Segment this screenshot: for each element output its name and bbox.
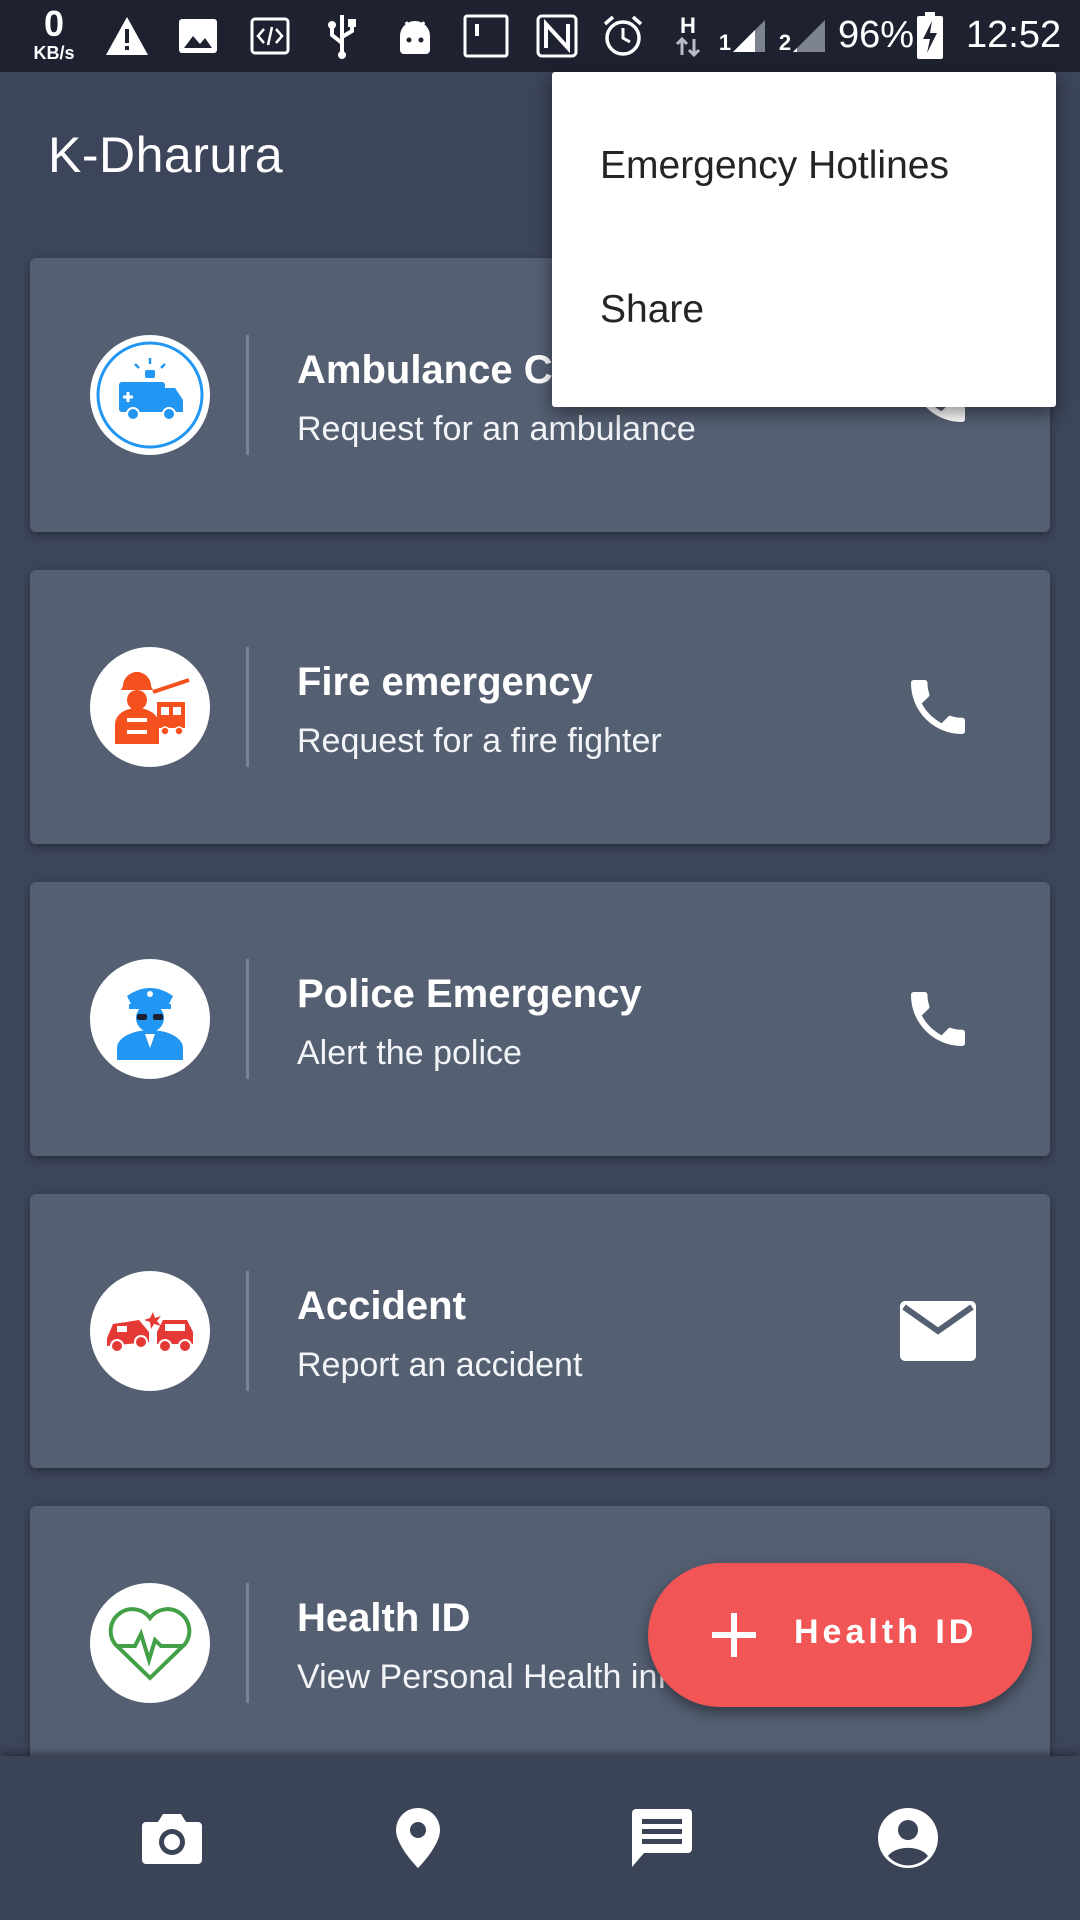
card-divider <box>246 959 249 1079</box>
card-divider <box>246 1583 249 1703</box>
location-pin-icon[interactable] <box>378 1798 458 1878</box>
usb-icon <box>322 8 362 64</box>
account-icon[interactable] <box>868 1798 948 1878</box>
network-type-label: H <box>680 13 696 38</box>
card-divider <box>246 647 249 767</box>
warning-icon <box>102 8 152 64</box>
menu-item-emergency-hotlines[interactable]: Emergency Hotlines <box>600 144 949 188</box>
camera-icon[interactable] <box>132 1798 212 1878</box>
android-icon <box>394 8 436 64</box>
car-accident-icon <box>90 1271 210 1391</box>
network-speed: 0 KB/s <box>24 3 84 63</box>
emergency-card-accident[interactable]: Accident Report an accident <box>30 1194 1050 1468</box>
screen-icon <box>462 8 510 64</box>
alarm-icon <box>600 8 646 64</box>
code-icon <box>248 8 292 64</box>
battery-percent: 96% <box>838 14 915 56</box>
health-id-fab[interactable]: Health ID <box>648 1563 1032 1707</box>
card-subtitle: Alert the police <box>297 1034 522 1072</box>
clock: 12:52 <box>966 14 1062 56</box>
card-title: Fire emergency <box>297 660 593 704</box>
bottom-navigation <box>0 1756 1080 1920</box>
nfc-icon <box>534 8 580 64</box>
emergency-card-police[interactable]: Police Emergency Alert the police <box>30 882 1050 1156</box>
emergency-card-fire[interactable]: Fire emergency Request for a fire fighte… <box>30 570 1050 844</box>
card-subtitle: Request for an ambulance <box>297 410 696 448</box>
police-officer-icon <box>90 959 210 1079</box>
card-subtitle: Report an accident <box>297 1346 583 1384</box>
firefighter-icon <box>90 647 210 767</box>
card-title: Health ID <box>297 1596 471 1640</box>
signal-sim2-icon: 2 <box>776 8 830 64</box>
sim1-label: 1 <box>718 30 732 55</box>
card-subtitle: Request for a fire fighter <box>297 722 662 760</box>
status-bar: 0 KB/s H 1 2 96% 12:52 <box>0 0 1080 72</box>
sim2-label: 2 <box>778 30 792 55</box>
phone-icon[interactable] <box>898 667 978 747</box>
card-divider <box>246 335 249 455</box>
network-speed-value: 0 <box>43 3 65 44</box>
signal-sim1-icon: 1 <box>716 8 770 64</box>
network-speed-unit: KB/s <box>33 43 75 63</box>
phone-icon[interactable] <box>898 979 978 1059</box>
message-icon[interactable] <box>622 1798 702 1878</box>
card-title: Accident <box>297 1284 466 1328</box>
overflow-menu: Emergency Hotlines Share <box>552 72 1056 407</box>
plus-icon <box>708 1609 760 1661</box>
fab-label: Health ID <box>794 1613 978 1651</box>
menu-item-share[interactable]: Share <box>600 288 704 332</box>
battery-charging-icon <box>914 8 946 64</box>
email-icon[interactable] <box>898 1291 978 1371</box>
ambulance-icon <box>90 335 210 455</box>
mobile-data-icon: H <box>670 8 706 64</box>
heartbeat-icon <box>90 1583 210 1703</box>
app-title: K-Dharura <box>48 127 284 183</box>
card-subtitle: View Personal Health info <box>297 1658 686 1696</box>
card-title: Police Emergency <box>297 972 642 1016</box>
image-icon <box>176 8 220 64</box>
card-divider <box>246 1271 249 1391</box>
